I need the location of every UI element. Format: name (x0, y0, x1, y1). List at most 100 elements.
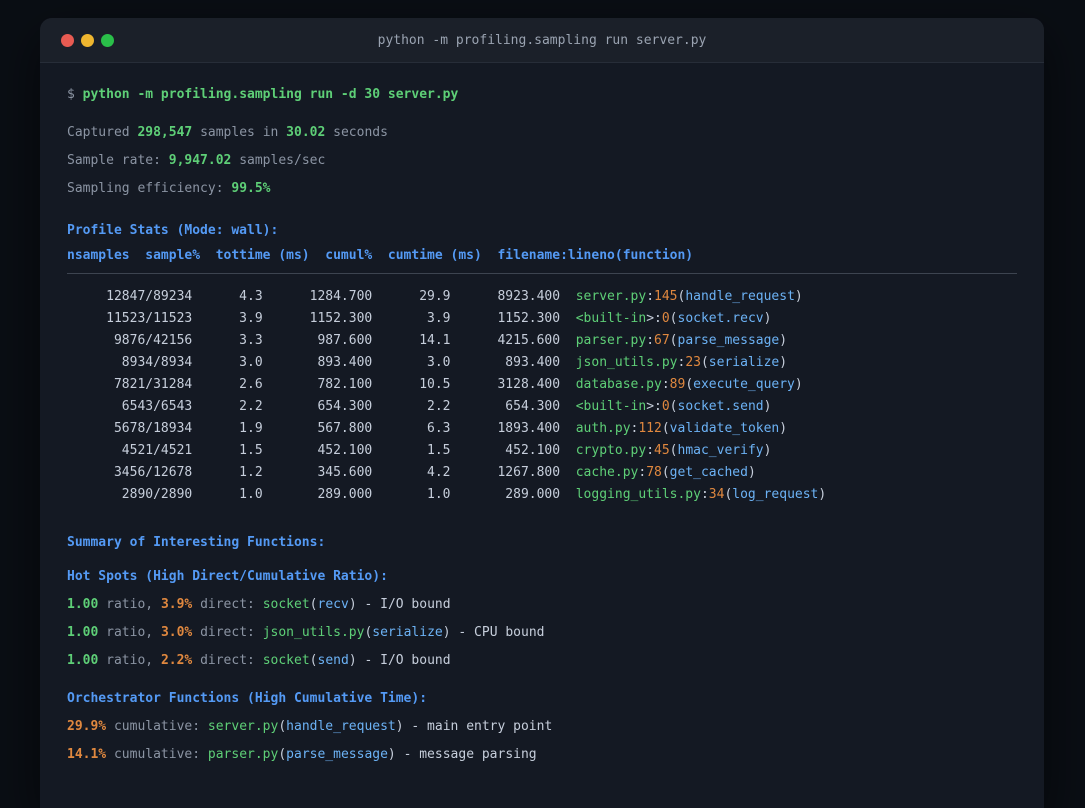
stat-row: 6543/6543 2.2 654.300 2.2 654.300 <built… (67, 396, 1017, 418)
hot-spot-note: - I/O bound (356, 597, 451, 612)
line-number: 23 (685, 355, 701, 370)
paren-close: ) (348, 653, 357, 668)
summary-heading: Summary of Interesting Functions: (67, 535, 326, 550)
function-name: handle_request (685, 289, 795, 304)
function-name: send (317, 653, 349, 668)
colon: : (646, 443, 655, 458)
paren-open: ( (278, 747, 287, 762)
filename-bracket: > (646, 311, 655, 326)
line-number: 34 (708, 487, 725, 502)
stats-table-body: 12847/89234 4.3 1284.700 29.9 8923.400 s… (67, 286, 1017, 506)
capture-summary-line: Captured 298,547 samples in 30.02 second… (67, 119, 1017, 147)
paren-open: ( (669, 443, 678, 458)
shell-prompt: $ (67, 87, 83, 102)
filename: <built-in (575, 311, 647, 326)
ratio-value: 1.00 (67, 653, 99, 668)
paren-close: ) (794, 377, 803, 392)
line-number: 0 (661, 399, 670, 414)
window-title: python -m profiling.sampling run server.… (377, 32, 707, 48)
hot-spot-note: - CPU bound (450, 625, 545, 640)
row-metrics: 8934/8934 3.0 893.400 3.0 893.400 (67, 355, 576, 370)
filename: logging_utils.py (575, 487, 701, 502)
orchestrator-note: - message parsing (395, 747, 537, 762)
paren-open: ( (661, 421, 670, 436)
paren-open: ( (309, 653, 318, 668)
filename: parser.py (207, 747, 279, 762)
hot-spot-line: 1.00 ratio, 3.9% direct: socket(recv) - … (67, 591, 1017, 619)
filename: server.py (207, 719, 279, 734)
filename: cache.py (575, 465, 639, 480)
paren-close: ) (763, 443, 772, 458)
maximize-button-icon[interactable] (101, 33, 114, 47)
rate-suffix-label: samples/sec (231, 153, 326, 168)
paren-open: ( (700, 355, 709, 370)
hot-spots-heading: Hot Spots (High Direct/Cumulative Ratio)… (67, 569, 388, 584)
stats-table-header: nsamples sample% tottime (ms) cumul% cum… (67, 248, 694, 263)
colon: : (654, 399, 662, 414)
row-metrics: 6543/6543 2.2 654.300 2.2 654.300 (67, 399, 576, 414)
paren-open: ( (661, 465, 670, 480)
direct-label: direct: (192, 597, 263, 612)
efficiency-line: Sampling efficiency: 99.5% (67, 175, 1017, 203)
traffic-lights (61, 18, 114, 62)
ratio-value: 1.00 (67, 625, 99, 640)
paren-close: ) (442, 625, 451, 640)
rate-label: Sample rate: (67, 153, 169, 168)
function-name: get_cached (669, 465, 748, 480)
hot-spots-list: 1.00 ratio, 3.9% direct: socket(recv) - … (67, 591, 1017, 675)
orchestrator-line: 14.1% cumulative: parser.py(parse_messag… (67, 741, 1017, 769)
direct-pct-value: 2.2% (160, 653, 193, 668)
function-name: validate_token (669, 421, 780, 436)
command-text: python -m profiling.sampling run -d 30 s… (82, 87, 459, 102)
stat-row: 12847/89234 4.3 1284.700 29.9 8923.400 s… (67, 286, 1017, 308)
paren-close: ) (387, 747, 396, 762)
minimize-button-icon[interactable] (81, 33, 94, 47)
hot-spot-note: - I/O bound (356, 653, 451, 668)
paren-close: ) (348, 597, 357, 612)
line-number: 45 (654, 443, 670, 458)
line-number: 67 (654, 333, 670, 348)
paren-close: ) (763, 311, 772, 326)
capture-samples-value: 298,547 (137, 125, 193, 140)
sample-rate-line: Sample rate: 9,947.02 samples/sec (67, 147, 1017, 175)
efficiency-value: 99.5% (231, 181, 271, 196)
capture-label: Captured (67, 125, 138, 140)
direct-pct-value: 3.0% (160, 625, 193, 640)
row-metrics: 12847/89234 4.3 1284.700 29.9 8923.400 (67, 289, 576, 304)
cumulative-pct-value: 29.9% (67, 719, 107, 734)
paren-close: ) (395, 719, 404, 734)
stat-row: 9876/42156 3.3 987.600 14.1 4215.600 par… (67, 330, 1017, 352)
orchestrator-note: - main entry point (403, 719, 553, 734)
direct-label: direct: (192, 625, 263, 640)
line-number: 145 (654, 289, 678, 304)
function-name: hmac_verify (677, 443, 764, 458)
filename: auth.py (575, 421, 631, 436)
cumulative-label: cumulative: (106, 747, 208, 762)
paren-close: ) (779, 421, 788, 436)
title-bar: python -m profiling.sampling run server.… (40, 18, 1044, 63)
profile-stats-heading: Profile Stats (Mode: wall): (67, 223, 279, 238)
capture-suffix-label: seconds (325, 125, 388, 140)
function-name: handle_request (286, 719, 396, 734)
function-name: parse_message (286, 747, 388, 762)
paren-open: ( (669, 311, 678, 326)
ratio-label: ratio, (98, 597, 161, 612)
paren-close: ) (779, 333, 788, 348)
close-button-icon[interactable] (61, 33, 74, 47)
rate-value: 9,947.02 (168, 153, 232, 168)
colon: : (700, 487, 709, 502)
paren-open: ( (669, 399, 678, 414)
paren-close: ) (779, 355, 788, 370)
efficiency-label: Sampling efficiency: (67, 181, 232, 196)
filename: <built-in (575, 399, 647, 414)
function-name: socket.recv (677, 311, 764, 326)
line-number: 89 (669, 377, 686, 392)
filename: server.py (575, 289, 647, 304)
paren-close: ) (818, 487, 827, 502)
function-name: serialize (708, 355, 780, 370)
ratio-label: ratio, (98, 625, 161, 640)
paren-open: ( (278, 719, 287, 734)
paren-close: ) (763, 399, 772, 414)
capture-mid-label: samples in (192, 125, 287, 140)
row-metrics: 5678/18934 1.9 567.800 6.3 1893.400 (67, 421, 576, 436)
